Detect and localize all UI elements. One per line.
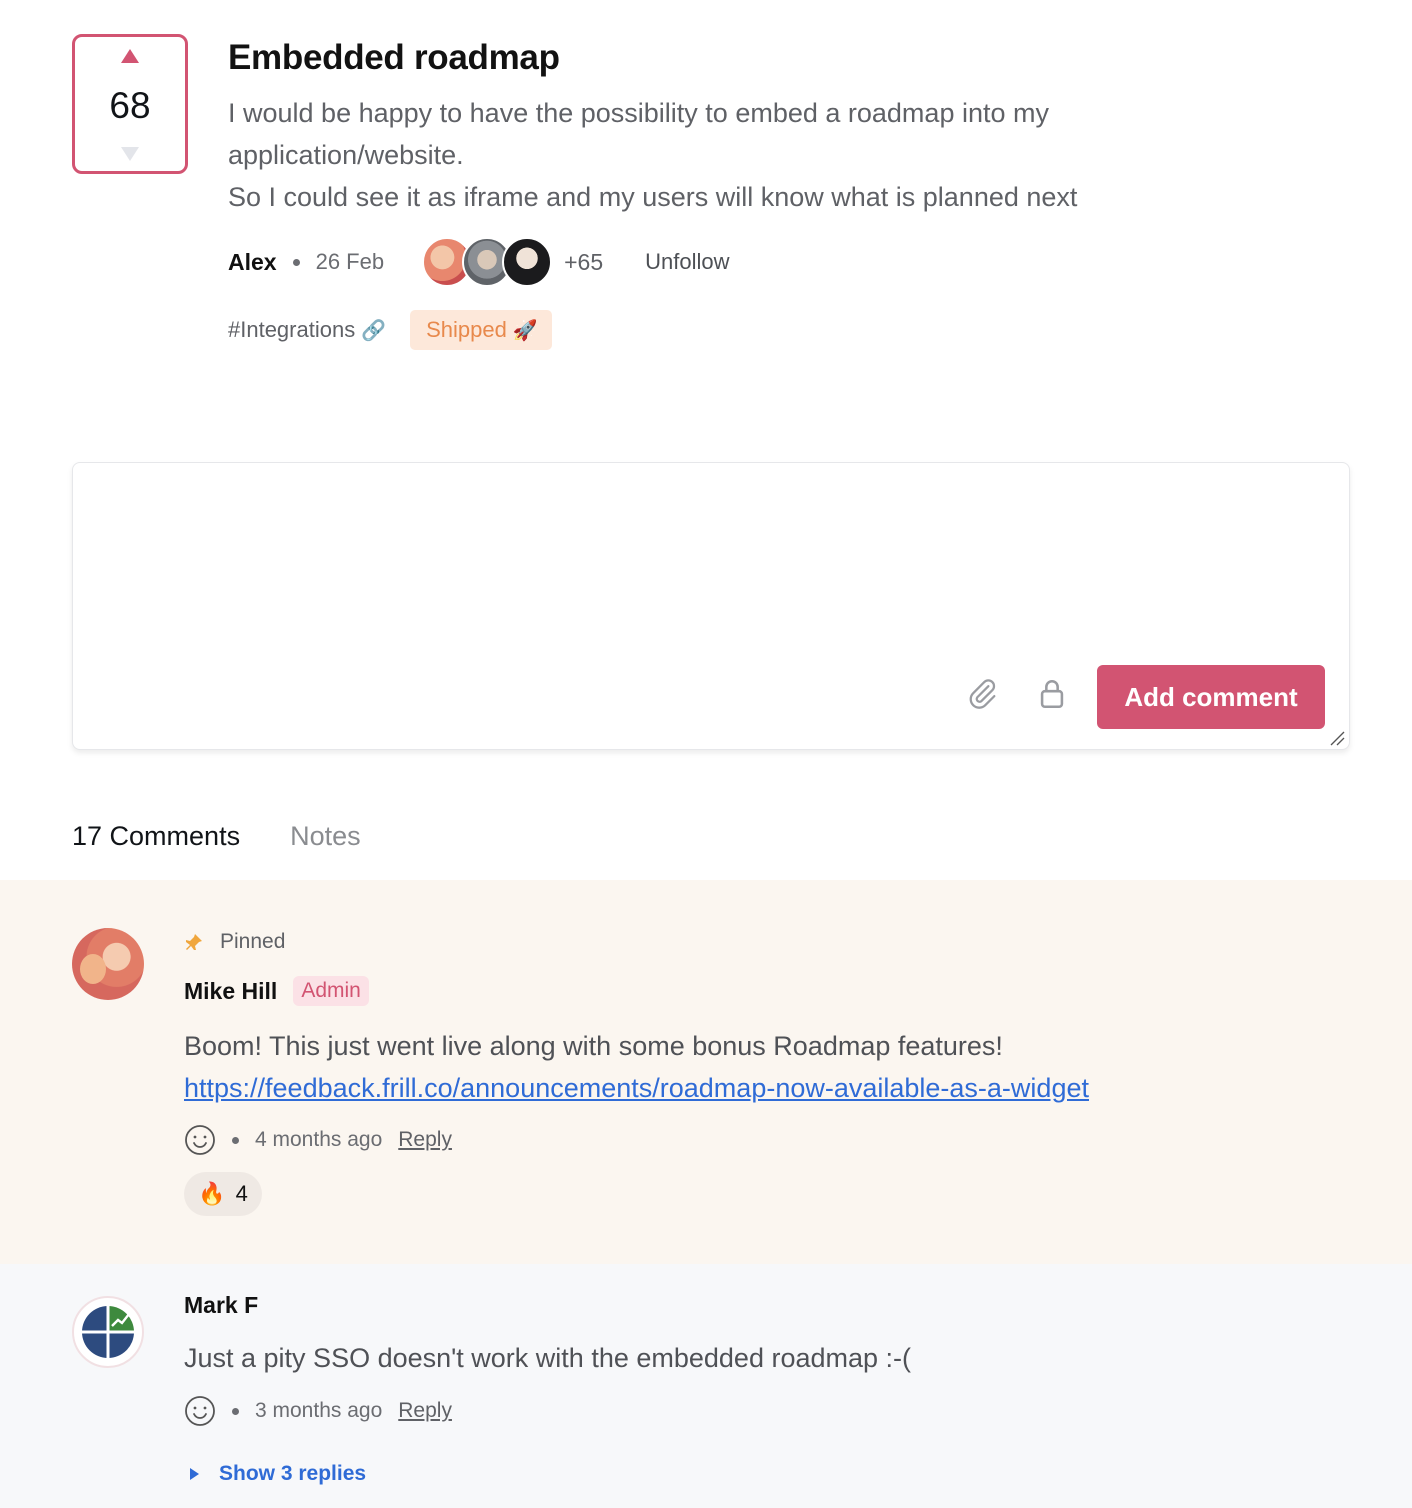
topic-label: #Integrations — [228, 317, 356, 342]
idea-author[interactable]: Alex — [228, 249, 277, 276]
comment-item: Mark F Just a pity SSO doesn't work with… — [0, 1264, 1412, 1508]
comment-author-row: Mike Hill Admin — [184, 976, 369, 1006]
reply-button[interactable]: Reply — [398, 1399, 452, 1423]
comment-form: Add comment — [72, 462, 1350, 750]
reply-button[interactable]: Reply — [398, 1128, 452, 1152]
status-badge: Shipped 🚀 — [410, 310, 552, 350]
tab-comments[interactable]: 17 Comments — [72, 816, 240, 856]
description-line: So I could see it as iframe and my users… — [228, 182, 1078, 212]
description-line: application/website. — [228, 140, 464, 170]
pinned-label: Pinned — [220, 930, 286, 953]
add-reaction-icon[interactable] — [184, 1395, 216, 1427]
followers-extra-count[interactable]: +65 — [564, 249, 603, 276]
follower-avatars[interactable] — [422, 237, 553, 287]
comment-actions: 3 months ago Reply — [184, 1394, 452, 1428]
paperclip-icon[interactable] — [965, 677, 999, 711]
avatar — [502, 237, 553, 287]
add-comment-button[interactable]: Add comment — [1097, 665, 1325, 729]
idea-title: Embedded roadmap — [228, 38, 560, 77]
fire-icon: 🔥 — [198, 1181, 226, 1206]
admin-badge: Admin — [293, 976, 369, 1006]
comment-actions: 4 months ago Reply — [184, 1123, 452, 1157]
downvote-arrow-icon[interactable] — [121, 147, 139, 161]
comment-body: Just a pity SSO doesn't work with the em… — [184, 1337, 911, 1379]
avatar[interactable] — [72, 1296, 144, 1368]
idea-date: 26 Feb — [315, 249, 385, 274]
upvote-arrow-icon[interactable] — [121, 49, 139, 63]
idea-tags: #Integrations 🔗 Shipped 🚀 — [228, 310, 552, 350]
topic-tag[interactable]: #Integrations 🔗 — [228, 317, 386, 343]
comment-text: Just a pity SSO doesn't work with the em… — [184, 1343, 912, 1373]
separator-dot — [292, 258, 300, 266]
pinned-indicator: Pinned — [184, 930, 285, 954]
comment-time: 3 months ago — [255, 1399, 383, 1422]
separator-dot — [232, 1136, 239, 1144]
vote-widget: 68 — [72, 34, 188, 174]
show-replies-button[interactable]: Show 3 replies — [190, 1462, 366, 1486]
comment-text: Boom! This just went live along with som… — [184, 1031, 1003, 1061]
reaction-pill[interactable]: 🔥 4 — [184, 1172, 262, 1216]
comment-item: Pinned Mike Hill Admin Boom! This just w… — [0, 880, 1412, 1264]
idea-meta: Alex 26 Feb +65 Unfollow — [228, 236, 729, 288]
idea-content: Embedded roadmap I would be happy to hav… — [228, 36, 1358, 218]
reaction-count: 4 — [235, 1181, 248, 1206]
avatar[interactable] — [72, 928, 144, 1000]
caret-right-icon — [190, 1468, 199, 1480]
idea-description: I would be happy to have the possibility… — [228, 92, 1358, 218]
pin-icon — [186, 934, 202, 950]
unfollow-button[interactable]: Unfollow — [645, 249, 729, 275]
separator-dot — [232, 1407, 239, 1415]
link-icon: 🔗 — [361, 319, 387, 342]
comment-author[interactable]: Mike Hill — [184, 978, 277, 1005]
comment-time: 4 months ago — [255, 1128, 383, 1151]
status-label: Shipped — [426, 317, 507, 342]
company-logo-icon — [82, 1306, 134, 1358]
show-replies-label: Show 3 replies — [219, 1462, 367, 1485]
lock-icon[interactable] — [1037, 677, 1067, 711]
comment-link[interactable]: https://feedback.frill.co/announcements/… — [184, 1073, 1089, 1103]
vote-count: 68 — [109, 84, 151, 126]
resize-handle-icon[interactable] — [1329, 730, 1345, 746]
comment-author[interactable]: Mark F — [184, 1292, 258, 1319]
comment-body: Boom! This just went live along with som… — [184, 1025, 1089, 1109]
comment-input[interactable] — [73, 463, 1349, 653]
description-line: I would be happy to have the possibility… — [228, 98, 1049, 128]
comment-tabs: 17 Comments Notes — [72, 816, 361, 856]
add-reaction-icon[interactable] — [184, 1124, 216, 1156]
comment-author-row: Mark F — [184, 1292, 258, 1319]
rocket-icon: 🚀 — [512, 319, 538, 342]
tab-notes[interactable]: Notes — [290, 816, 361, 856]
